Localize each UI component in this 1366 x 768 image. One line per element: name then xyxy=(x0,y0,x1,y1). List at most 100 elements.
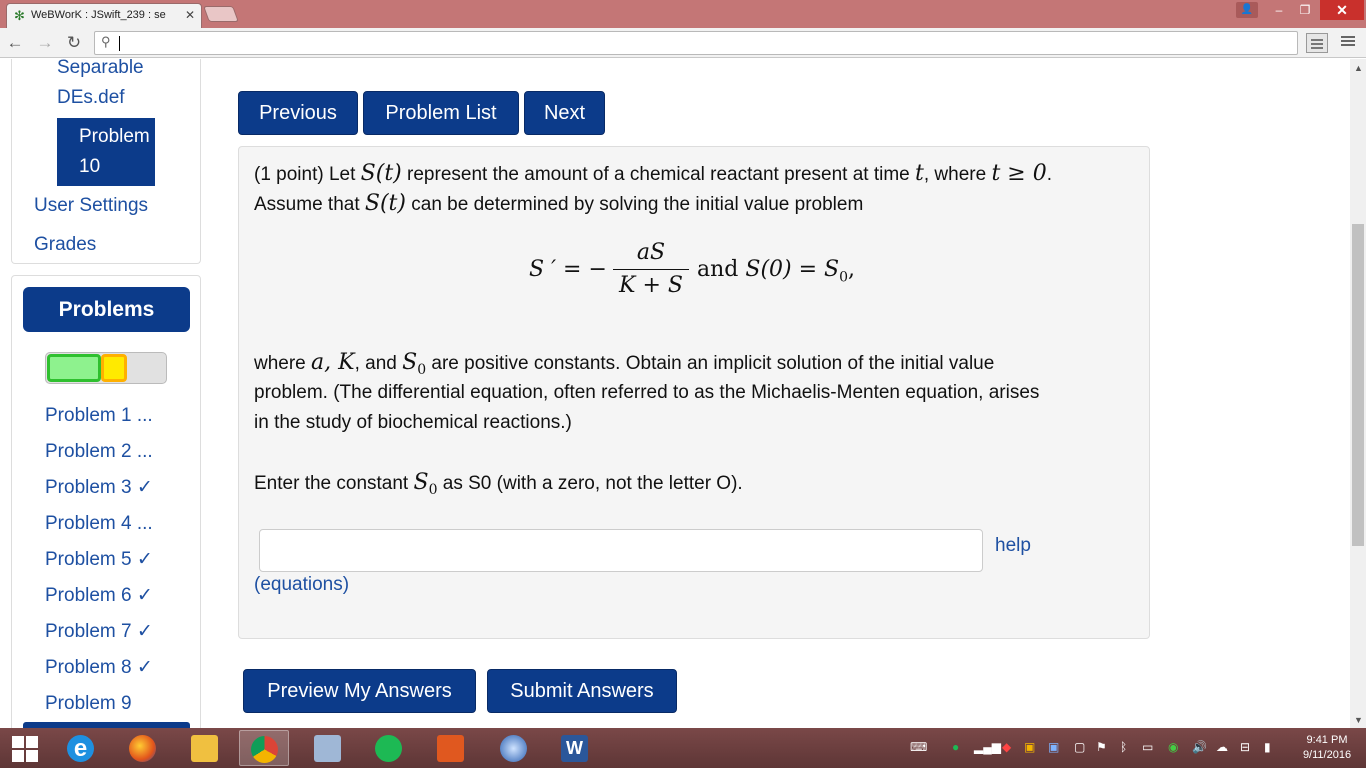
bluetooth-icon[interactable]: ᛒ xyxy=(1120,740,1127,754)
math-subscript: 0 xyxy=(428,481,438,498)
problem-line-2: Assume that S(t) can be determined by so… xyxy=(254,189,863,220)
firefox-icon[interactable] xyxy=(118,730,168,766)
new-tab-button[interactable] xyxy=(203,6,239,22)
previous-button[interactable]: Previous xyxy=(238,91,358,135)
progress-partial xyxy=(101,354,127,382)
equation-fraction: aS K + S xyxy=(613,239,689,300)
answer-input[interactable] xyxy=(259,529,983,572)
next-button[interactable]: Next xyxy=(524,91,605,135)
minimize-button[interactable]: – xyxy=(1266,0,1292,20)
problem-line-1: (1 point) Let S(t) represent the amount … xyxy=(254,159,1052,190)
sidebar-set-name-line2[interactable]: DEs.def xyxy=(57,83,125,113)
adobe-tray-icon[interactable]: ◆ xyxy=(1002,740,1011,754)
sidebar-set-name-line1[interactable]: Separable xyxy=(57,59,144,83)
onedrive-cloud-icon[interactable]: ☁ xyxy=(1216,740,1228,754)
text-segment: Enter the constant xyxy=(254,473,414,494)
address-bar[interactable]: ⚲ xyxy=(94,31,1298,55)
problem-list-item-7[interactable]: Problem 7 ✓ xyxy=(45,620,153,644)
spotify-tray-icon[interactable]: ● xyxy=(952,740,959,754)
text-segment: . xyxy=(1046,164,1053,185)
progress-correct xyxy=(47,354,101,382)
page-action-icon[interactable] xyxy=(1306,33,1328,53)
file-explorer-icon[interactable] xyxy=(180,730,230,766)
problem-list-item-4[interactable]: Problem 4 ... xyxy=(45,512,153,536)
forward-arrow-icon[interactable]: → xyxy=(34,32,56,54)
close-window-button[interactable]: ✕ xyxy=(1320,0,1364,20)
math-t-condition: t ≥ 0 xyxy=(991,161,1047,186)
problem-line-5: in the study of biochemical reactions.) xyxy=(254,412,572,433)
signal-icon[interactable]: ▂▄▆ xyxy=(974,740,1001,754)
problem-list-item-8[interactable]: Problem 8 ✓ xyxy=(45,656,153,680)
tray-app-icon-2[interactable]: ▣ xyxy=(1048,740,1059,754)
browser-toolbar: ← → ↻ ⚲ xyxy=(0,28,1366,58)
progress-bar xyxy=(45,352,167,384)
math-S-of-t: S(t) xyxy=(364,191,406,216)
battery-icon[interactable]: ▮ xyxy=(1264,740,1271,754)
spotify-icon[interactable] xyxy=(364,730,414,766)
windows-taskbar: e W ⌨ ● ▂▄▆ ◆ ▣ ▣ ▢ ⚑ ᛒ ▭ ◉ 🔊 ☁ ⊟ ▮ 9:41… xyxy=(0,728,1366,768)
equations-help-link[interactable]: (equations) xyxy=(254,574,349,596)
math-S-of-t: S(t) xyxy=(360,161,402,186)
microsoft-word-icon[interactable]: W xyxy=(550,730,600,766)
problem-list-item-1[interactable]: Problem 1 ... xyxy=(45,404,153,428)
problem-list-item-9[interactable]: Problem 9 xyxy=(45,692,132,716)
scrollbar-thumb[interactable] xyxy=(1352,224,1364,546)
problem-list-item-5[interactable]: Problem 5 ✓ xyxy=(45,548,153,572)
browser-menu-icon[interactable] xyxy=(1339,34,1357,52)
tray-app-icon[interactable]: ▣ xyxy=(1024,740,1035,754)
display-equation: S ′ = − aS K + S and S(0) = S0, xyxy=(529,237,869,307)
text-segment: , where xyxy=(923,164,992,185)
equation-rhs: and S(0) = S0, xyxy=(697,257,855,285)
scroll-up-arrow-icon[interactable]: ▲ xyxy=(1354,63,1363,73)
text-segment: Assume that xyxy=(254,194,365,215)
problems-header[interactable]: Problems xyxy=(23,287,190,332)
browser-tab[interactable]: ✻ WeBWorK : JSwift_239 : se ✕ xyxy=(6,3,202,28)
preview-answers-button[interactable]: Preview My Answers xyxy=(243,669,476,713)
help-link[interactable]: help xyxy=(995,535,1031,557)
back-arrow-icon[interactable]: ← xyxy=(4,32,26,54)
problem-list-item-3[interactable]: Problem 3 ✓ xyxy=(45,476,153,500)
keyboard-icon[interactable]: ⌨ xyxy=(910,740,927,754)
page-scrollbar[interactable]: ▲ ▼ xyxy=(1350,59,1366,728)
tab-close-icon[interactable]: ✕ xyxy=(185,8,195,22)
submit-answers-button[interactable]: Submit Answers xyxy=(487,669,677,713)
tray-window-icon[interactable]: ▢ xyxy=(1074,740,1085,754)
text-segment: where xyxy=(254,353,312,374)
reload-icon[interactable]: ↻ xyxy=(63,32,85,54)
math-subscript: 0 xyxy=(839,269,849,286)
fraction-denominator: K + S xyxy=(619,273,683,298)
text-segment: as S0 (with a zero, not the letter O). xyxy=(437,473,743,494)
volume-icon[interactable]: 🔊 xyxy=(1192,740,1207,754)
text-segment: (1 point) Let xyxy=(254,164,361,185)
sidebar-item-user-settings[interactable]: User Settings xyxy=(34,191,148,221)
maximize-button[interactable]: ❐ xyxy=(1292,0,1318,20)
user-profile-icon[interactable]: 👤 xyxy=(1236,2,1258,18)
webwork-favicon-icon: ✻ xyxy=(14,8,25,23)
windows-start-icon[interactable] xyxy=(12,736,38,762)
action-center-flag-icon[interactable]: ⚑ xyxy=(1096,740,1107,754)
problem-list-item-6[interactable]: Problem 6 ✓ xyxy=(45,584,153,608)
page-viewport: Separable DEs.def Problem 10 User Settin… xyxy=(0,59,1350,728)
math-S: S xyxy=(413,470,429,495)
sidebar-item-current-problem[interactable]: Problem 10 xyxy=(57,118,155,186)
sidebar-current-problem-line2: 10 xyxy=(79,156,101,177)
app-globe-icon[interactable] xyxy=(489,730,539,766)
text-caret xyxy=(119,36,120,51)
display-icon[interactable]: ▭ xyxy=(1142,740,1153,754)
taskbar-clock[interactable]: 9:41 PM 9/11/2016 xyxy=(1292,733,1362,763)
adobe-reader-icon[interactable] xyxy=(426,730,476,766)
system-monitor-icon[interactable] xyxy=(303,730,353,766)
problem-list-button[interactable]: Problem List xyxy=(363,91,519,135)
fraction-numerator: aS xyxy=(636,240,666,265)
chrome-icon[interactable] xyxy=(239,730,289,766)
sidebar-item-grades[interactable]: Grades xyxy=(34,230,96,260)
clock-time: 9:41 PM xyxy=(1306,734,1348,746)
math-S: S xyxy=(402,350,418,375)
internet-explorer-icon[interactable]: e xyxy=(56,730,106,766)
network-icon[interactable]: ⊟ xyxy=(1240,740,1250,754)
scroll-down-arrow-icon[interactable]: ▼ xyxy=(1354,715,1363,725)
problem-list-item-2[interactable]: Problem 2 ... xyxy=(45,440,153,464)
problem-line-4: problem. (The differential equation, oft… xyxy=(254,382,1040,403)
text-segment: , and xyxy=(354,353,403,374)
utorrent-icon[interactable]: ◉ xyxy=(1168,740,1178,754)
